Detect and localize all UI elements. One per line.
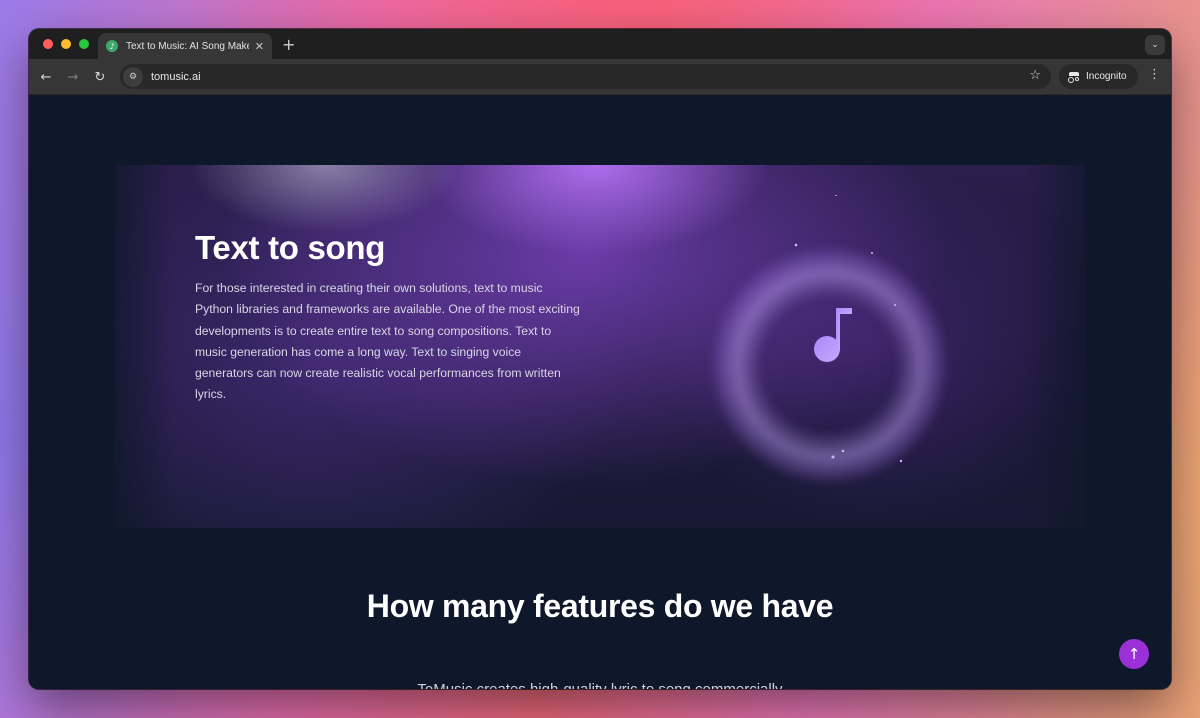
forward-button[interactable]: → [62,66,84,88]
tab-title: Text to Music: AI Song Maker [126,40,249,52]
scroll-to-top-button[interactable]: ↑ [1119,639,1149,669]
site-settings-icon[interactable]: ⚙ [123,66,143,87]
incognito-indicator[interactable]: Incognito [1059,64,1138,89]
arrow-up-icon: ↑ [1127,645,1141,663]
features-subtitle: ToMusic creates high-quality lyric to so… [29,681,1171,689]
tab-close-icon[interactable]: ✕ [255,40,264,53]
music-visual [675,195,1005,495]
text-to-song-section: Text to song For those interested in cre… [115,165,1085,528]
features-heading: How many features do we have [366,588,834,624]
close-window-button[interactable] [43,39,53,49]
browser-toolbar: ← → ↻ ⚙ tomusic.ai ☆ Incognito ⋮ [29,59,1171,95]
address-bar[interactable]: ⚙ tomusic.ai ☆ [120,64,1051,89]
site-favicon-icon: ♪ [106,40,118,52]
incognito-icon [1068,71,1080,83]
tab-search-button[interactable]: ⌄ [1145,35,1165,55]
url-text[interactable]: tomusic.ai [151,71,201,83]
incognito-label: Incognito [1086,71,1127,82]
minimize-window-button[interactable] [61,39,71,49]
reload-button[interactable]: ↻ [89,66,111,88]
section-title: Text to song [195,229,386,266]
music-note-icon [814,308,852,362]
section-description: For those interested in creating their o… [195,281,580,402]
maximize-window-button[interactable] [79,39,89,49]
browser-menu-icon[interactable]: ⋮ [1148,68,1161,81]
new-tab-button[interactable]: + [282,35,295,54]
page-viewport: Text to song For those interested in cre… [29,95,1171,689]
bookmark-star-icon[interactable]: ☆ [1029,68,1041,83]
tab-strip: ♪ Text to Music: AI Song Maker ✕ + ⌄ [29,29,1171,59]
window-controls [43,39,89,49]
browser-window: ♪ Text to Music: AI Song Maker ✕ + ⌄ ← →… [29,29,1171,689]
browser-tab[interactable]: ♪ Text to Music: AI Song Maker ✕ [98,33,272,59]
back-button[interactable]: ← [35,66,57,88]
